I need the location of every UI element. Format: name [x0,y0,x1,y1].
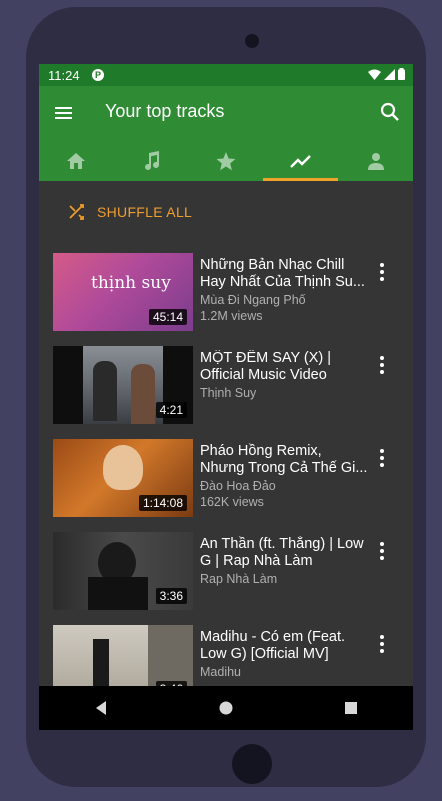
trending-icon [289,155,311,168]
star-icon [216,151,236,170]
track-title: Những Bản Nhạc Chill Hay Nhất Của Thịnh … [200,257,365,290]
track-title: Madihu - Có em (Feat. Low G) [Official M… [200,629,346,662]
system-icons [368,68,405,80]
music-note-icon [145,151,160,170]
video-thumbnail[interactable]: 1:14:08 [53,439,193,517]
track-channel: Madihu [200,665,241,679]
track-title: An Thần (ft. Thắng) | Low G | Rap Nhà Là… [200,536,364,569]
hamburger-menu-icon[interactable] [53,102,75,124]
track-views: 162K views [200,495,264,509]
app-screen: 11:24 P Your top tracks SHUFFLE ALL thịn… [39,64,413,730]
list-item[interactable]: 4:21 MỘT ĐÊM SAY (X) | Official Music Vi… [39,344,413,424]
track-title: MỘT ĐÊM SAY (X) | Official Music Video [200,350,332,383]
duration-badge: 4:21 [155,402,187,418]
system-nav-bar [39,686,413,730]
shuffle-all-label: SHUFFLE ALL [97,204,193,220]
search-icon[interactable] [379,101,401,123]
tab-library[interactable] [114,141,189,181]
more-options-icon[interactable] [372,447,392,469]
duration-badge: 45:14 [148,309,187,325]
more-options-icon[interactable] [372,633,392,655]
more-options-icon[interactable] [372,540,392,562]
tab-bar [39,141,413,181]
person-icon [367,153,384,170]
video-thumbnail[interactable]: thịnh suy 45:14 [53,253,193,331]
home-circle-icon[interactable] [206,688,246,728]
track-views: 1.2M views [200,309,263,323]
tab-home[interactable] [39,141,114,181]
wifi-icon [368,69,381,80]
earpiece-speaker [245,34,259,48]
list-item[interactable]: 3:36 An Thần (ft. Thắng) | Low G | Rap N… [39,530,413,610]
track-info: Pháo Hồng Remix, Nhưng Trong Cả Thế Gi..… [200,443,370,509]
track-info: MỘT ĐÊM SAY (X) | Official Music Video T… [200,350,370,400]
tab-top-tracks[interactable] [263,141,338,181]
duration-badge: 3:36 [155,588,187,604]
hardware-home-button[interactable] [232,744,272,784]
tab-favorites[interactable] [189,141,264,181]
track-channel: Mùa Đi Ngang Phố [200,293,306,307]
track-channel: Thịnh Suy [200,386,257,400]
signal-icon [384,68,395,80]
list-item[interactable]: 1:14:08 Pháo Hồng Remix, Nhưng Trong Cả … [39,437,413,517]
duration-badge: 1:14:08 [138,495,187,511]
page-title: Your top tracks [105,101,225,121]
status-bar: 11:24 P [39,64,413,86]
recents-square-icon[interactable] [331,688,371,728]
track-channel: Rap Nhà Làm [200,572,278,586]
back-triangle-icon[interactable] [81,688,121,728]
list-item[interactable]: thịnh suy 45:14 Những Bản Nhạc Chill Hay… [39,251,413,331]
video-thumbnail[interactable]: 4:21 [53,346,193,424]
tab-profile[interactable] [338,141,413,181]
more-options-icon[interactable] [372,354,392,376]
track-channel: Đào Hoa Đảo [200,479,276,493]
video-thumbnail[interactable]: 3:36 [53,532,193,610]
track-info: Madihu - Có em (Feat. Low G) [Official M… [200,629,370,679]
app-bar: Your top tracks [39,86,413,181]
track-info: An Thần (ft. Thắng) | Low G | Rap Nhà Là… [200,536,370,586]
thumbnail-caption: thịnh suy [91,273,171,293]
pocket-casts-icon: P [92,69,104,81]
battery-icon [398,68,405,80]
status-time: 11:24 [48,68,80,83]
shuffle-icon [69,204,84,220]
track-info: Những Bản Nhạc Chill Hay Nhất Của Thịnh … [200,257,370,323]
more-options-icon[interactable] [372,261,392,283]
home-icon [67,153,86,169]
track-title: Pháo Hồng Remix, Nhưng Trong Cả Thế Gi..… [200,443,368,476]
shuffle-all-button[interactable]: SHUFFLE ALL [69,204,192,220]
